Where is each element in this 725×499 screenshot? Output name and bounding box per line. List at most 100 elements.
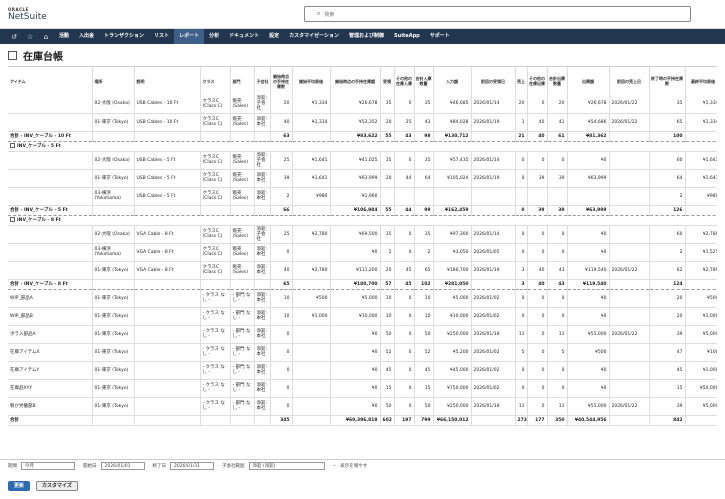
- table-cell: [394, 187, 415, 206]
- nav-item[interactable]: トランザクション: [99, 29, 149, 44]
- column-header[interactable]: 受領: [380, 67, 395, 95]
- table-cell: 2026/01/02: [471, 379, 516, 398]
- nav-item[interactable]: カスタマイゼーション: [284, 29, 344, 44]
- period-select[interactable]: 今月: [21, 461, 75, 470]
- table-cell[interactable]: [8, 187, 93, 206]
- global-search-input[interactable]: ⌕ 検索: [304, 6, 691, 22]
- nav-item[interactable]: SuiteApp: [389, 29, 425, 44]
- table-cell: 2026/01/22: [609, 325, 650, 344]
- collapse-toggle-icon[interactable]: [10, 217, 15, 222]
- report-icon: [8, 50, 17, 60]
- column-header[interactable]: 最終平均原価: [685, 67, 717, 95]
- table-row: 在庫アイテムY 01-東京 (Tokyo) - クラス なし -- 部門 なし -添…: [8, 361, 717, 380]
- column-header[interactable]: クラス: [200, 67, 231, 95]
- table-cell[interactable]: 在庫アイテムY: [8, 361, 93, 380]
- table-cell: [134, 397, 201, 416]
- end-date-field[interactable]: 2026/01/31: [170, 461, 214, 470]
- table-cell: 01-東京 (Tokyo): [92, 343, 135, 362]
- home-icon[interactable]: ⌂: [38, 33, 54, 41]
- table-cell: 0: [515, 289, 528, 308]
- table-cell: [92, 205, 135, 216]
- table-cell: ¥750,000: [433, 379, 472, 398]
- table-cell: ¥83,622: [330, 131, 381, 142]
- column-header[interactable]: その他の在庫入庫: [394, 67, 415, 95]
- nav-item[interactable]: 分析: [204, 29, 224, 44]
- table-cell[interactable]: [8, 151, 93, 170]
- table-cell: - 部門 なし -: [230, 325, 255, 344]
- customize-button[interactable]: カスタマイズ: [36, 481, 78, 491]
- column-header[interactable]: 場所: [92, 67, 135, 95]
- column-header[interactable]: 入力額: [433, 67, 472, 95]
- column-header[interactable]: 前回の売上日: [609, 67, 650, 95]
- table-cell[interactable]: [8, 225, 93, 244]
- column-header[interactable]: 開始時点の手持在庫額: [330, 67, 381, 95]
- page-title: 在庫台帳: [23, 51, 63, 63]
- show-more-link[interactable]: 表示を増やす: [340, 463, 367, 469]
- table-cell: クラスC (Class C): [200, 151, 231, 170]
- column-header[interactable]: 部門: [230, 67, 255, 95]
- column-header[interactable]: 開始時点の手持在庫数: [270, 67, 293, 95]
- table-cell[interactable]: WIP_部品A: [8, 289, 93, 308]
- column-header[interactable]: 子会社: [254, 67, 271, 95]
- favorites-icon[interactable]: ☆: [22, 33, 38, 41]
- nav-item[interactable]: サポート: [425, 29, 455, 44]
- column-header[interactable]: 開始平均原価: [292, 67, 331, 95]
- table-cell: 0: [515, 361, 528, 380]
- column-header[interactable]: 出庫額: [567, 67, 610, 95]
- table-cell[interactable]: [8, 243, 93, 262]
- table-cell: ¥26,678: [330, 95, 381, 114]
- table-cell: 0: [527, 343, 548, 362]
- column-header[interactable]: その他の在庫出庫: [527, 67, 548, 95]
- table-row: 02-大阪 (Osaka) USB Cables - 5 Ft クラスC (Clas…: [8, 151, 717, 170]
- table-cell: ¥5,200: [433, 343, 472, 362]
- table-cell[interactable]: WIP_部品B: [8, 307, 93, 326]
- column-header[interactable]: アイテム: [8, 67, 93, 95]
- table-cell[interactable]: 製か労働部B: [8, 397, 93, 416]
- group-row: INV_ケーブル - 5 Ft: [8, 141, 717, 152]
- nav-item[interactable]: 活動: [54, 29, 74, 44]
- column-header[interactable]: 説明: [134, 67, 201, 95]
- column-header[interactable]: 合計出庫数量: [547, 67, 568, 95]
- report-table-container[interactable]: アイテム 場所 説明 クラス 部門 子会社 開始時点の手持在庫数 開始平均原価 開始時点の手持在…: [8, 66, 717, 446]
- table-cell: 添鉛:本社: [254, 307, 271, 326]
- table-cell[interactable]: 在庫品XYY: [8, 379, 93, 398]
- update-button[interactable]: 更新: [8, 481, 31, 491]
- table-cell: クラスC (Class C): [200, 169, 231, 188]
- history-icon[interactable]: ↺: [6, 33, 22, 41]
- table-cell: 35: [380, 151, 395, 170]
- column-header[interactable]: 前回の受領日: [471, 67, 516, 95]
- column-header[interactable]: 合計入庫数量: [414, 67, 434, 95]
- start-date-field[interactable]: 2026/01/01: [100, 461, 145, 470]
- table-row: ボラ入部品A 01-東京 (Tokyo) - クラス なし -- 部門 なし - 添鉛…: [8, 325, 717, 344]
- collapse-toggle-icon[interactable]: [10, 143, 15, 148]
- table-cell: ¥1,000: [685, 307, 717, 326]
- table-row: 03-横浜 (Yokohama) USB Cables - 5 Ft クラスC (C…: [8, 187, 717, 206]
- nav-item[interactable]: 入出金: [74, 29, 99, 44]
- column-header[interactable]: 終了時の手持在庫数: [649, 67, 686, 95]
- nav-item[interactable]: リスト: [149, 29, 174, 44]
- table-cell[interactable]: [8, 169, 93, 188]
- table-cell: クラスC (Class C): [200, 243, 231, 262]
- subsidiary-select[interactable]: 添鉛 (添鉛): [248, 461, 325, 470]
- table-cell: 11: [547, 397, 568, 416]
- table-cell: ¥97,300: [433, 225, 472, 244]
- table-cell: 64: [649, 169, 686, 188]
- column-header[interactable]: 売上: [515, 67, 528, 95]
- table-cell[interactable]: 在庫アイテムX: [8, 343, 93, 362]
- table-cell: 40: [527, 261, 548, 280]
- table-cell[interactable]: [8, 95, 93, 114]
- table-cell: 2026/01/02: [471, 289, 516, 308]
- netsuite-logo[interactable]: ORACLE NetSuite: [8, 7, 68, 22]
- table-cell[interactable]: ボラ入部品A: [8, 325, 93, 344]
- nav-item[interactable]: 設定: [264, 29, 284, 44]
- table-cell: 01-東京 (Tokyo): [92, 397, 135, 416]
- table-cell: 15: [380, 379, 395, 398]
- table-cell: [380, 187, 395, 206]
- table-cell[interactable]: [8, 261, 93, 280]
- nav-item[interactable]: 管理および制御: [344, 29, 389, 44]
- table-cell: ¥10,000: [433, 307, 472, 326]
- netsuite-label: NetSuite: [8, 11, 47, 22]
- nav-item[interactable]: レポート: [174, 29, 205, 44]
- nav-item[interactable]: ドキュメント: [224, 29, 264, 44]
- table-cell[interactable]: [8, 113, 93, 132]
